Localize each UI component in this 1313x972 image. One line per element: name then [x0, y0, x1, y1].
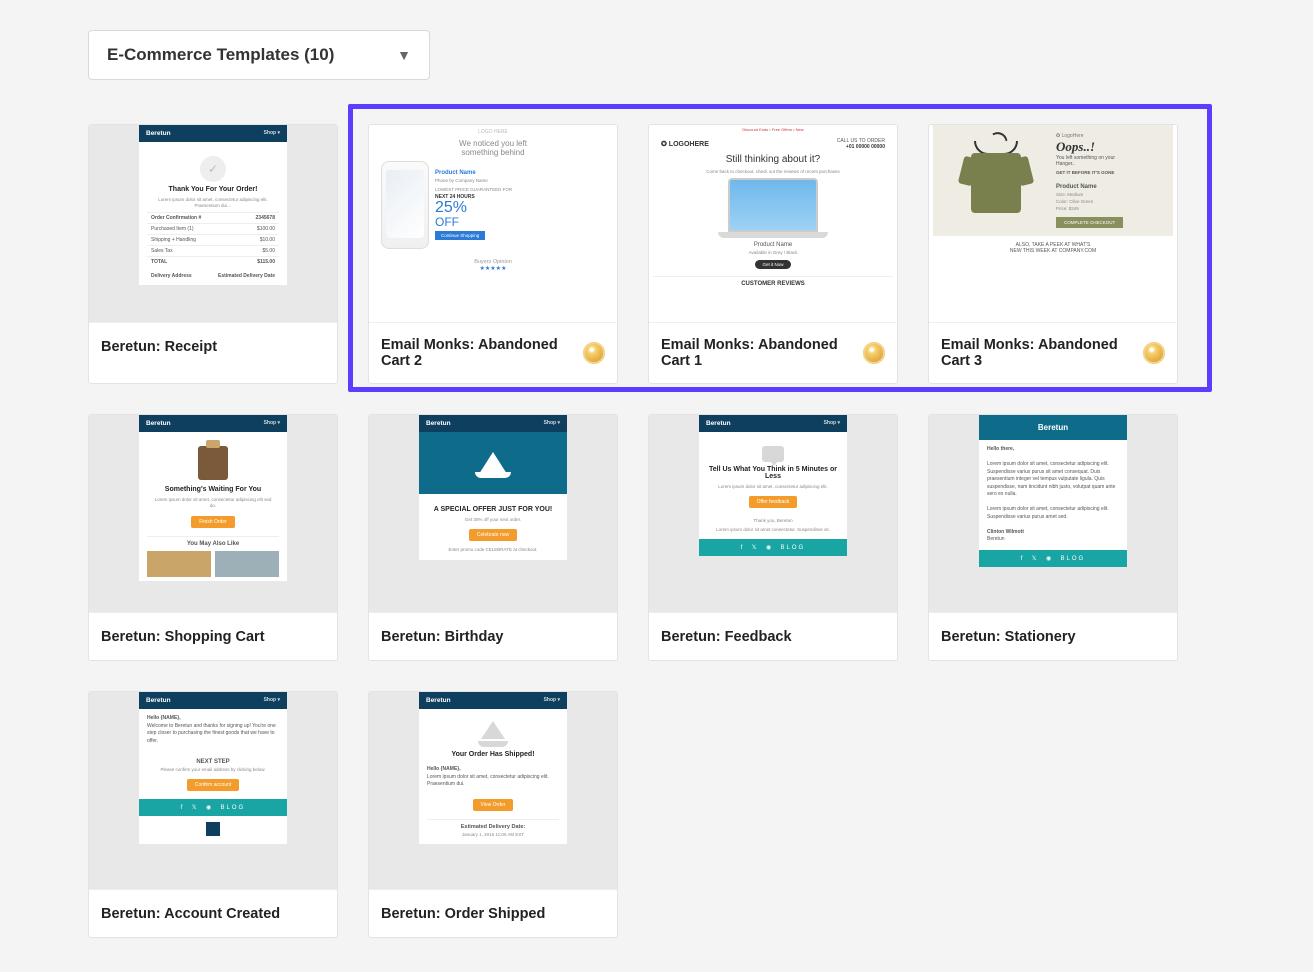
template-card[interactable]: BeretunShop ▾ Your Order Has Shipped! He… — [368, 691, 618, 938]
template-card[interactable]: ✪ LogoHere Oops..! You left something on… — [928, 124, 1178, 384]
template-preview: Discount Ends • Free Offers • New ✪ LOGO… — [649, 125, 897, 322]
author-badge-icon — [863, 342, 885, 364]
template-title: Beretun: Birthday — [381, 629, 503, 645]
template-card[interactable]: BeretunShop ▾ ✓ Thank You For Your Order… — [88, 124, 338, 384]
template-card[interactable]: BeretunShop ▾ Something's Waiting For Yo… — [88, 414, 338, 661]
template-preview: BeretunShop ▾ ✓ Thank You For Your Order… — [89, 125, 337, 322]
template-card[interactable]: Discount Ends • Free Offers • New ✪ LOGO… — [648, 124, 898, 384]
dropdown-label: E-Commerce Templates (10) — [107, 45, 334, 65]
template-preview: BeretunShop ▾ Something's Waiting For Yo… — [89, 415, 337, 612]
template-card[interactable]: Beretun Hello there, Lorem ipsum dolor s… — [928, 414, 1178, 661]
template-preview: BeretunShop ▾ Tell Us What You Think in … — [649, 415, 897, 612]
template-title: Beretun: Account Created — [101, 906, 280, 922]
template-card[interactable]: LOGO HERE We noticed you leftsomething b… — [368, 124, 618, 384]
template-preview: ✪ LogoHere Oops..! You left something on… — [929, 125, 1177, 322]
template-title: Beretun: Shopping Cart — [101, 629, 265, 645]
template-grid: BeretunShop ▾ ✓ Thank You For Your Order… — [88, 124, 1225, 938]
template-preview: BeretunShop ▾ A SPECIAL OFFER JUST FOR Y… — [369, 415, 617, 612]
template-title: Email Monks: Abandoned Cart 1 — [661, 337, 863, 369]
template-title: Beretun: Receipt — [101, 339, 217, 355]
template-title: Email Monks: Abandoned Cart 3 — [941, 337, 1143, 369]
template-preview: BeretunShop ▾ Your Order Has Shipped! He… — [369, 692, 617, 889]
template-title: Beretun: Order Shipped — [381, 906, 545, 922]
template-title: Beretun: Stationery — [941, 629, 1076, 645]
template-title: Beretun: Feedback — [661, 629, 792, 645]
template-preview: BeretunShop ▾ Hello {NAME}, Welcome to B… — [89, 692, 337, 889]
template-title: Email Monks: Abandoned Cart 2 — [381, 337, 583, 369]
category-dropdown[interactable]: E-Commerce Templates (10) ▼ — [88, 30, 430, 80]
template-card[interactable]: BeretunShop ▾ A SPECIAL OFFER JUST FOR Y… — [368, 414, 618, 661]
template-card[interactable]: BeretunShop ▾ Tell Us What You Think in … — [648, 414, 898, 661]
template-card[interactable]: BeretunShop ▾ Hello {NAME}, Welcome to B… — [88, 691, 338, 938]
chevron-down-icon: ▼ — [397, 47, 411, 63]
author-badge-icon — [1143, 342, 1165, 364]
template-preview: Beretun Hello there, Lorem ipsum dolor s… — [929, 415, 1177, 612]
template-preview: LOGO HERE We noticed you leftsomething b… — [369, 125, 617, 322]
author-badge-icon — [583, 342, 605, 364]
